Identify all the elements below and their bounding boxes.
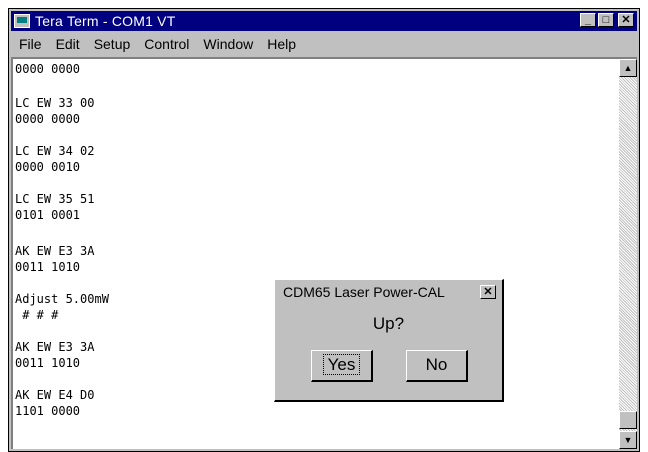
dialog-close-button[interactable]: ✕ <box>480 285 496 299</box>
terminal-line: 0000 0000 <box>15 62 81 76</box>
terminal-line: 1101 0000 <box>15 404 81 418</box>
dialog-message: Up? <box>372 314 405 333</box>
dialog-title-bar[interactable]: CDM65 Laser Power-CAL ✕ <box>277 282 500 302</box>
terminal-line: LC EW 33 00 <box>15 96 95 110</box>
minimize-button[interactable]: _ <box>580 13 596 27</box>
menu-setup[interactable]: Setup <box>94 36 131 52</box>
menu-help[interactable]: Help <box>267 36 296 52</box>
terminal-line: # # # <box>15 308 59 322</box>
scroll-up-arrow-icon[interactable]: ▲ <box>619 59 637 77</box>
terminal-line: AK EW E3 3A <box>15 244 95 258</box>
terminal-line: LC EW 34 02 <box>15 144 95 158</box>
close-button[interactable]: ✕ <box>618 13 634 27</box>
yes-button-label: Yes <box>322 354 361 375</box>
terminal-line: AK EW E4 D0 <box>15 388 95 402</box>
dialog-title: CDM65 Laser Power-CAL <box>283 284 445 300</box>
vertical-scrollbar[interactable]: ▲ ▼ <box>619 59 637 449</box>
terminal-line: 0000 0000 <box>15 112 81 126</box>
no-button[interactable]: No <box>406 350 468 382</box>
terminal-line: 0011 1010 <box>15 260 81 274</box>
terminal-line: 0000 0010 <box>15 160 81 174</box>
terminal-line: LC EW 35 51 <box>15 192 95 206</box>
terminal-line: 0101 0001 <box>15 208 81 222</box>
scroll-thumb[interactable] <box>619 411 637 429</box>
no-button-label: No <box>425 355 448 374</box>
menu-control[interactable]: Control <box>144 36 189 52</box>
menu-window[interactable]: Window <box>203 36 253 52</box>
window-controls: _ □ ✕ <box>580 13 634 27</box>
laser-power-cal-dialog: CDM65 Laser Power-CAL ✕ Up? Yes No <box>274 279 504 402</box>
maximize-button[interactable]: □ <box>598 13 614 27</box>
window-title: Tera Term - COM1 VT <box>35 13 176 29</box>
menu-edit[interactable]: Edit <box>56 36 80 52</box>
tera-term-app-icon[interactable] <box>14 14 30 28</box>
scroll-down-arrow-icon[interactable]: ▼ <box>619 431 637 449</box>
menu-file[interactable]: File <box>19 36 42 52</box>
terminal-line: 0011 1010 <box>15 356 81 370</box>
terminal-line: Adjust 5.00mW <box>15 292 109 306</box>
menu-bar: File Edit Setup Control Window Help <box>11 33 637 55</box>
yes-button[interactable]: Yes <box>311 350 373 382</box>
terminal-line: AK EW E3 3A <box>15 340 95 354</box>
title-bar[interactable]: Tera Term - COM1 VT _ □ ✕ <box>11 11 637 31</box>
